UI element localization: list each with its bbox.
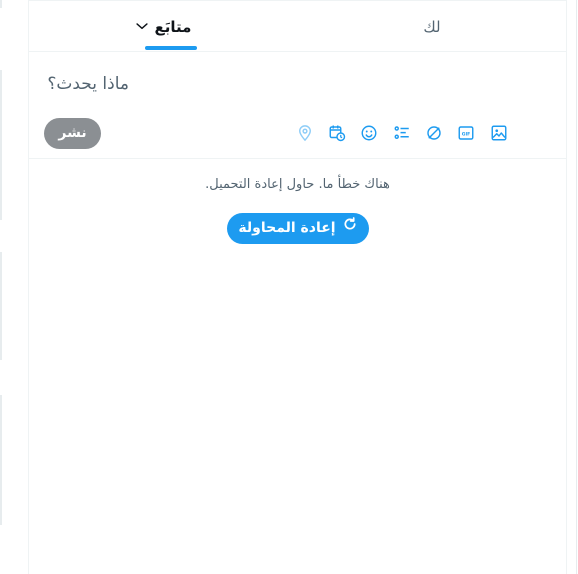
timeline-tabs: متابَع لك (29, 0, 566, 52)
gif-icon[interactable]: GIF (457, 124, 475, 142)
main-timeline: متابَع لك ماذا يحدث؟ نشر GIF هناك خطأ ما… (29, 0, 566, 574)
grok-icon[interactable] (425, 124, 443, 142)
composer-placeholder: ماذا يحدث؟ (47, 74, 129, 94)
emoji-icon[interactable] (360, 124, 378, 142)
post-composer: ماذا يحدث؟ نشر GIF (29, 52, 566, 159)
location-icon[interactable] (296, 124, 314, 142)
post-button[interactable]: نشر (44, 118, 101, 149)
error-message: هناك خطأ ما. حاول إعادة التحميل. (205, 177, 390, 192)
column-divider (566, 0, 567, 574)
tab-for-you-label: لك (423, 18, 441, 36)
retry-button[interactable]: إعادة المحاولة (227, 213, 369, 244)
chevron-down-icon[interactable] (135, 18, 149, 38)
refresh-icon (342, 213, 358, 244)
left-divider (0, 0, 2, 8)
left-divider (0, 252, 2, 360)
poll-icon[interactable] (393, 124, 411, 142)
sidebar-edge (576, 0, 577, 574)
retry-label: إعادة المحاولة (238, 220, 336, 236)
tab-for-you[interactable]: لك (298, 0, 566, 51)
active-tab-indicator (145, 46, 197, 50)
svg-text:GIF: GIF (462, 131, 470, 137)
left-divider (0, 395, 2, 525)
tab-following[interactable]: متابَع (29, 0, 297, 51)
image-icon[interactable] (490, 124, 508, 142)
composer-input[interactable]: ماذا يحدث؟ (43, 72, 243, 96)
schedule-icon[interactable] (328, 124, 346, 142)
left-column (0, 0, 29, 574)
tab-following-label: متابَع (154, 18, 192, 36)
left-divider (0, 70, 2, 220)
